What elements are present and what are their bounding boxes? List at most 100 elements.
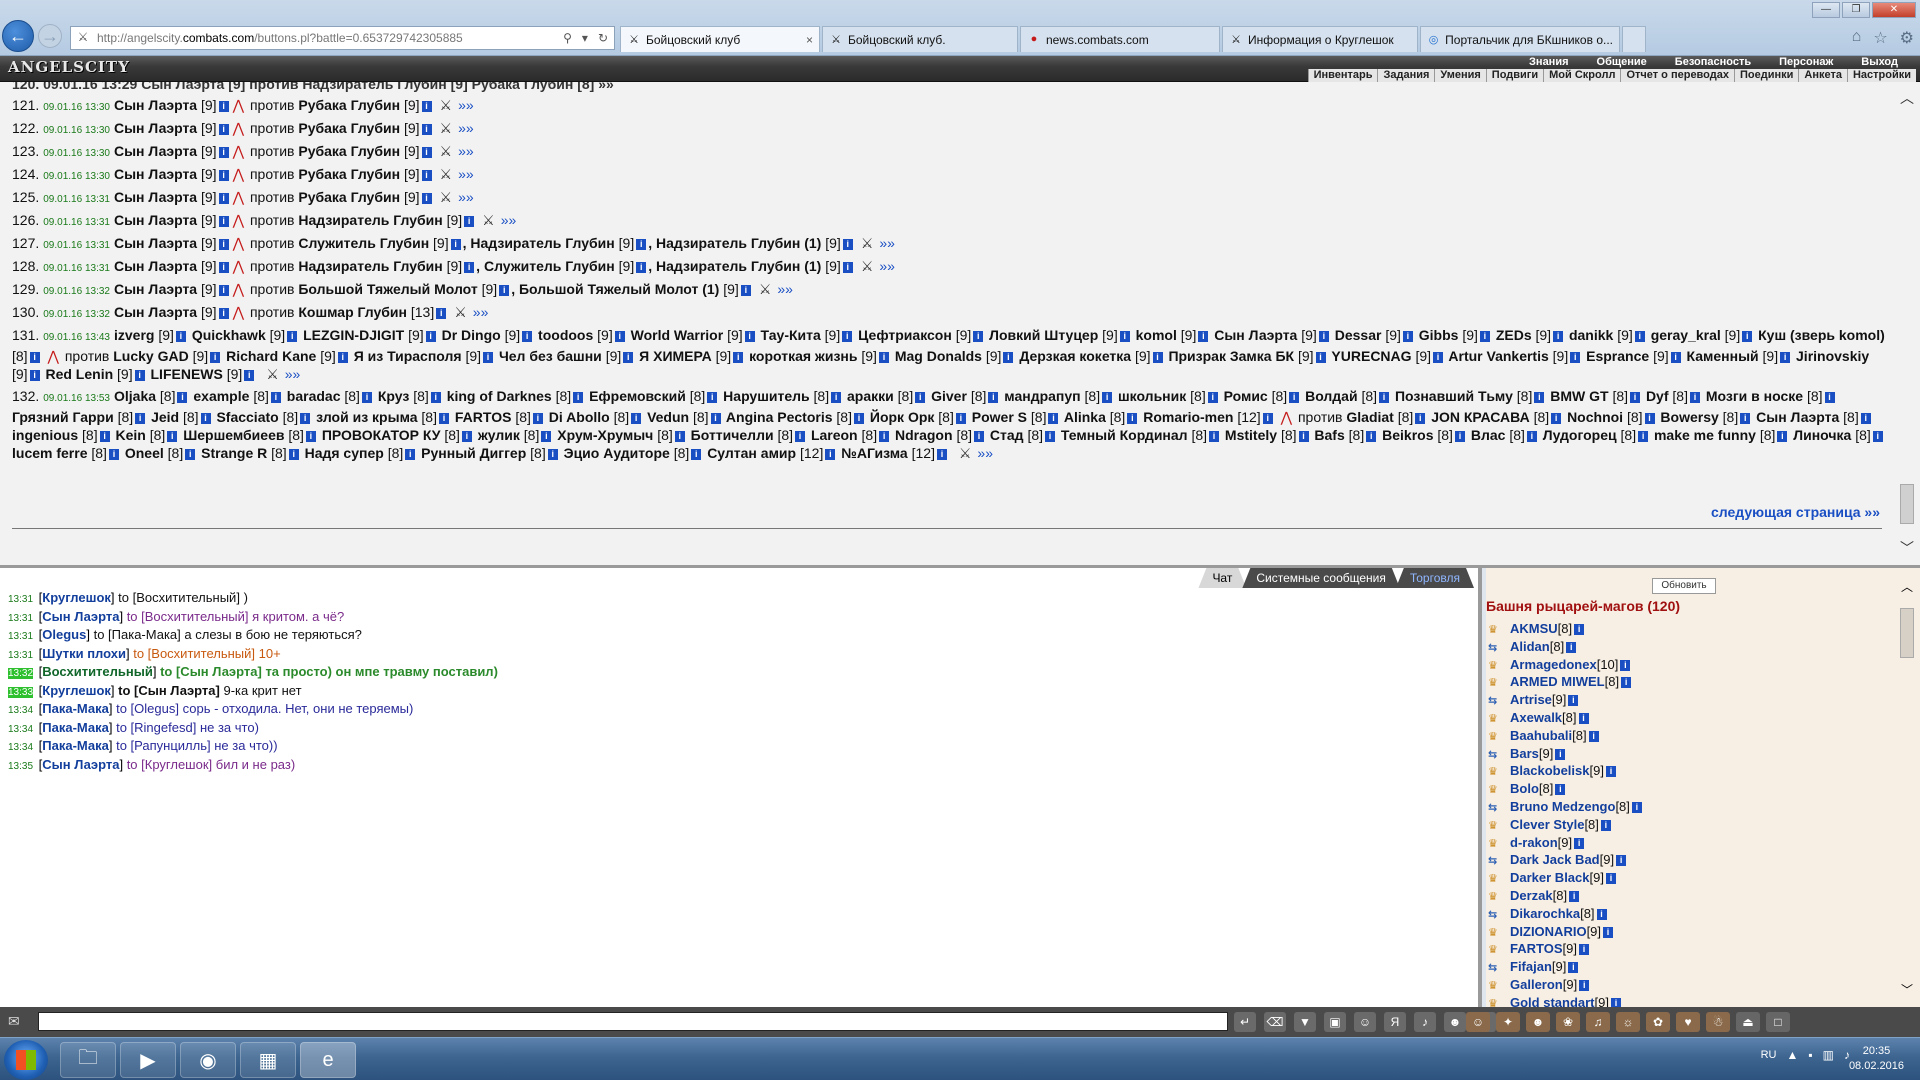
sound-icon[interactable]: ♪ [1414,1012,1436,1032]
info-icon[interactable]: i [134,369,145,381]
menu-knowledge[interactable]: Знания [1515,56,1582,69]
user-list-item[interactable]: ♛ Gold standart[9] i [1488,994,1644,1007]
info-icon[interactable]: i [421,192,432,204]
info-icon[interactable]: i [733,351,744,363]
fighter-name[interactable]: Kein [115,427,145,443]
browser-tab[interactable]: ● news.combats.com [1020,26,1220,52]
info-icon[interactable]: i [218,146,229,158]
info-icon[interactable]: i [1630,391,1641,403]
user-list-item[interactable]: ♛ ARMED MIWEL[8] i [1488,673,1644,691]
smile-pack-icon[interactable]: ✿ [1646,1012,1670,1032]
submenu-profile[interactable]: Анкета [1798,69,1847,82]
submenu-inventory[interactable]: Инвентарь [1307,69,1378,82]
fighter-name[interactable]: мандрапуп [1004,388,1080,404]
search-icon[interactable]: ⚲ [563,31,572,45]
info-icon[interactable]: i [1553,330,1564,342]
fighter-name[interactable]: Сын Лаэрта [1756,409,1839,425]
fighter-name[interactable]: Ndragon [895,427,953,443]
media-player-taskbar-icon[interactable]: ▶ [120,1042,176,1078]
player-name[interactable]: Сын Лаэрта [114,304,197,320]
save-icon[interactable]: ▣ [1324,1012,1346,1032]
fighter-name[interactable]: Nochnoi [1567,409,1623,425]
fighter-name[interactable]: Мозги в носке [1706,388,1803,404]
close-window-button[interactable]: ✕ [1872,2,1916,18]
fighter-name[interactable]: Круз [378,388,409,404]
info-icon[interactable]: i [1616,855,1627,867]
info-icon[interactable]: i [185,448,196,460]
info-icon[interactable]: i [955,412,966,424]
info-icon[interactable]: i [1860,412,1871,424]
info-icon[interactable]: i [175,330,186,342]
user-list-item[interactable]: ♛ Galleron[9] i [1488,976,1644,994]
info-icon[interactable]: i [631,412,642,424]
fighter-name[interactable]: Рунный Диггер [421,445,526,461]
chat-nick[interactable]: Пака-Мака [42,701,109,716]
fighter-name[interactable]: Dessar [1335,327,1382,343]
chat-recipient[interactable]: to [Рапунцилль] [116,738,211,753]
info-icon[interactable]: i [483,351,494,363]
info-icon[interactable]: i [1605,873,1616,885]
fighter-name[interactable]: Шершембиеев [183,427,284,443]
fighter-name[interactable]: king of Darknes [447,388,552,404]
tab-system-messages[interactable]: Системные сообщения [1242,568,1400,588]
chat-recipient[interactable]: to [Пака-Мака] [94,627,181,642]
info-icon[interactable]: i [1415,412,1426,424]
new-tab-button[interactable] [1622,26,1646,52]
fighter-name[interactable]: Lareon [811,427,858,443]
enemy-name[interactable]: Большой Тяжелый Молот (1) [519,281,719,297]
fighter-name[interactable]: аракки [847,388,894,404]
info-icon[interactable]: i [522,330,533,342]
battle-details-link[interactable]: »» [458,97,474,113]
online-scrollbar[interactable]: ︿ ﹀ [1900,578,1914,998]
fighter-name[interactable]: lucem ferre [12,445,87,461]
info-icon[interactable]: i [532,412,543,424]
chat-recipient[interactable]: to [Восхитительный] [118,590,240,605]
player-name[interactable]: Сын Лаэрта [114,212,197,228]
info-icon[interactable]: i [1670,351,1681,363]
fullscreen-icon[interactable]: □ [1766,1012,1790,1032]
battle-details-link[interactable]: »» [977,445,993,461]
info-icon[interactable]: i [973,330,984,342]
user-list-item[interactable]: ♛ DIZIONARIO[9] i [1488,923,1644,941]
info-icon[interactable]: i [623,351,634,363]
user-name[interactable]: Artrise [1510,692,1552,707]
chat-nick[interactable]: Пака-Мака [42,720,109,735]
player-name[interactable]: Сын Лаэрта [114,143,197,159]
info-icon[interactable]: i [461,430,472,442]
maximize-button[interactable]: ❐ [1842,2,1870,18]
info-icon[interactable]: i [795,430,806,442]
info-icon[interactable]: i [707,391,718,403]
chat-nick[interactable]: Шутки плохи [42,646,126,661]
info-icon[interactable]: i [1588,730,1599,742]
fighter-name[interactable]: Angina Pectoris [726,409,833,425]
fighter-name[interactable]: Хрум-Хрумыч [557,427,653,443]
fighter-name[interactable]: Познавший Тьму [1395,388,1513,404]
info-icon[interactable]: i [270,391,281,403]
user-name[interactable]: Baahubali [1510,728,1572,743]
enemy-name[interactable]: Надзиратель Глубин (1) [656,258,821,274]
info-icon[interactable]: i [1152,351,1163,363]
user-name[interactable]: Axewalk [1510,710,1562,725]
info-icon[interactable]: i [674,430,685,442]
enemy-name[interactable]: Рубака Глубин [298,189,400,205]
player-name[interactable]: Сын Лаэрта [114,281,197,297]
chat-nick[interactable]: Olegus [42,627,86,642]
info-icon[interactable]: i [1289,391,1300,403]
dropdown-icon[interactable]: ▾ [582,31,588,45]
user-list-item[interactable]: ♛ Blackobelisk[9] i [1488,762,1644,780]
fighter-name[interactable]: ПРОВОКАТОР КУ [322,427,441,443]
fighter-name[interactable]: Sfacciato [216,409,278,425]
info-icon[interactable]: i [1610,997,1621,1007]
enemy-name[interactable]: Служитель Глубин [298,235,429,251]
fighter-name[interactable]: Каменный [1687,348,1759,364]
info-icon[interactable]: i [842,330,853,342]
info-icon[interactable]: i [1534,391,1545,403]
scroll-up-icon[interactable]: ︿ [1900,578,1914,595]
info-icon[interactable]: i [218,238,229,250]
info-icon[interactable]: i [1574,837,1585,849]
info-icon[interactable]: i [1127,412,1138,424]
info-icon[interactable]: i [1644,412,1655,424]
fighter-name[interactable]: Сын Лаэрта [1214,327,1297,343]
user-list-item[interactable]: ♛ Armagedonex[10] i [1488,656,1644,674]
menu-character[interactable]: Персонаж [1765,56,1847,69]
